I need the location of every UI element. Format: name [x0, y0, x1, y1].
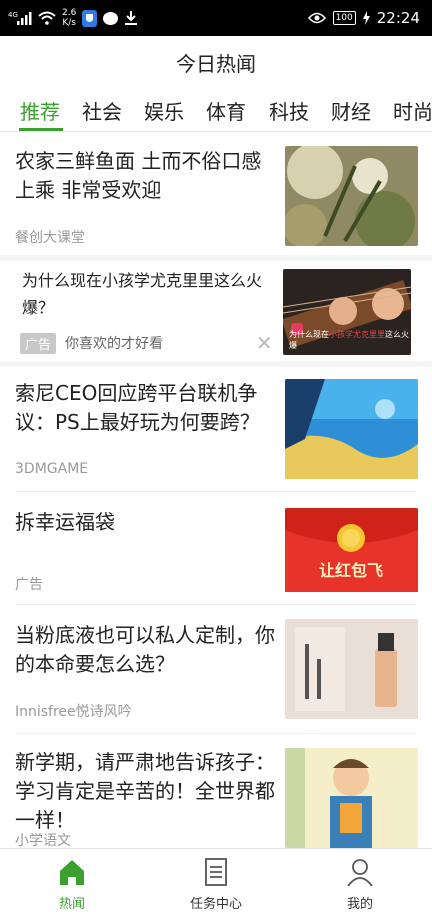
news-title: 新学期，请严肃地告诉孩子：学习肯定是辛苦的！全世界都一样！ [15, 750, 275, 832]
active-tab-indicator [19, 128, 63, 131]
nav-hot-news[interactable]: 热闻 [0, 849, 144, 912]
ad-subtitle: 你喜欢的才好看 [65, 336, 163, 352]
ad-item[interactable]: 为什么现在小孩学尤克里里这么火爆？ 广告 你喜欢的才好看 ✕ 为什么现在小孩学尤… [0, 261, 432, 361]
net-speed: 2.6 K/s [62, 8, 77, 28]
tab-technology[interactable]: 科技 [269, 96, 309, 125]
news-thumbnail [285, 619, 418, 719]
ad-video-caption: 为什么现在小孩学尤克里里这么火爆 [289, 330, 409, 350]
news-thumbnail [285, 748, 418, 848]
news-item[interactable]: 索尼CEO回应跨平台联机争议：PS上最好玩为何要跨？ 3DMGAME [0, 367, 432, 491]
tab-society[interactable]: 社会 [82, 96, 122, 125]
news-item[interactable]: 拆幸运福袋 广告 让红包飞 [0, 492, 432, 604]
red-packet-thumbnail: 让红包飞 [285, 508, 418, 608]
ad-title: 为什么现在小孩学尤克里里这么火爆？ [22, 271, 263, 317]
task-list-icon [205, 858, 227, 886]
nav-profile[interactable]: 我的 [288, 849, 432, 912]
nav-label: 我的 [346, 897, 373, 912]
tab-entertainment[interactable]: 娱乐 [144, 96, 184, 125]
clock: 22:24 [376, 9, 420, 27]
category-tabs: 推荐 社会 娱乐 体育 科技 财经 时尚 [0, 88, 432, 132]
message-bubble-icon [103, 11, 119, 25]
red-packet-text: 让红包飞 [319, 561, 383, 580]
nav-task-center[interactable]: 任务中心 [144, 849, 288, 912]
news-source: Innisfree悦诗风吟 [15, 704, 132, 720]
wifi-icon [38, 11, 56, 25]
news-item[interactable]: 新学期，请严肃地告诉孩子：学习肯定是辛苦的！全世界都一样！ 小学语文 [0, 734, 432, 848]
news-source: 3DMGAME [15, 461, 89, 477]
signal-icon: 4G [8, 11, 32, 25]
news-source: 小学语文 [15, 833, 71, 848]
news-source: 广告 [15, 577, 43, 593]
news-item[interactable]: 当粉底液也可以私人定制，你的本命要怎么选？ Innisfree悦诗风吟 [0, 605, 432, 733]
status-bar: 4G 2.6 K/s 100 22:24 [0, 0, 432, 36]
app-title-bar: 今日热闻 [0, 36, 432, 88]
news-title: 农家三鲜鱼面 土而不俗口感上乘 非常受欢迎 [15, 149, 262, 202]
app-title: 今日热闻 [176, 51, 256, 76]
news-thumbnail [285, 146, 418, 246]
signal-type: 4G [8, 11, 18, 19]
news-title: 当粉底液也可以私人定制，你的本命要怎么选？ [15, 623, 275, 676]
charging-icon [362, 11, 370, 25]
nav-label: 任务中心 [189, 897, 242, 912]
nav-label: 热闻 [58, 897, 85, 912]
news-title: 索尼CEO回应跨平台联机争议：PS上最好玩为何要跨？ [15, 381, 260, 434]
news-feed[interactable]: 农家三鲜鱼面 土而不俗口感上乘 非常受欢迎 餐创大课堂 为什么现在小孩学尤克里里… [0, 133, 432, 848]
news-title: 拆幸运福袋 [15, 510, 115, 534]
ad-badge: 广告 [20, 333, 57, 354]
battery-indicator: 100 [332, 11, 356, 25]
ad-video-thumbnail[interactable]: 为什么现在小孩学尤克里里这么火爆 [283, 269, 411, 355]
tab-recommended[interactable]: 推荐 [20, 96, 60, 125]
download-icon [125, 11, 138, 25]
tab-sports[interactable]: 体育 [206, 96, 246, 125]
shield-app-icon [82, 9, 98, 27]
eye-icon [307, 12, 326, 24]
bottom-navigation: 热闻 任务中心 我的 [0, 848, 432, 912]
news-source: 餐创大课堂 [15, 230, 85, 246]
home-icon [60, 860, 84, 885]
news-thumbnail [285, 379, 418, 479]
tab-fashion[interactable]: 时尚 [393, 96, 432, 125]
news-item[interactable]: 农家三鲜鱼面 土而不俗口感上乘 非常受欢迎 餐创大课堂 [0, 133, 432, 255]
tab-finance[interactable]: 财经 [331, 96, 371, 125]
close-icon[interactable]: ✕ [256, 331, 273, 355]
user-icon [347, 859, 373, 887]
